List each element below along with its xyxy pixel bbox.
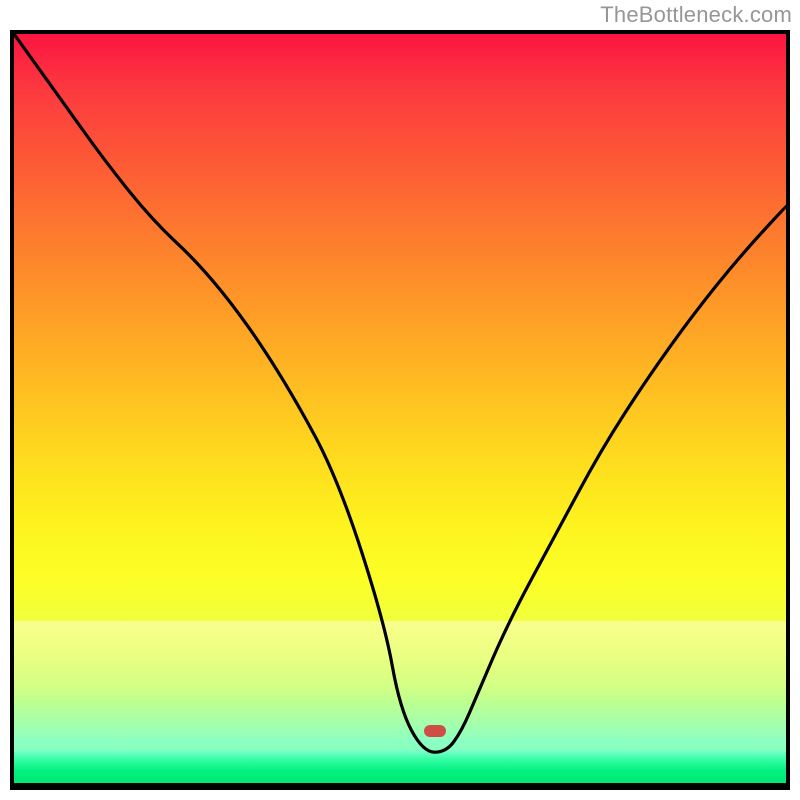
attribution-label: TheBottleneck.com <box>600 2 792 28</box>
plot-area <box>10 30 790 790</box>
x-axis-baseline <box>14 783 786 786</box>
chart-frame: TheBottleneck.com <box>0 0 800 800</box>
bottleneck-curve-path <box>14 34 786 752</box>
optimal-marker <box>424 725 446 737</box>
curve-svg <box>14 34 786 786</box>
